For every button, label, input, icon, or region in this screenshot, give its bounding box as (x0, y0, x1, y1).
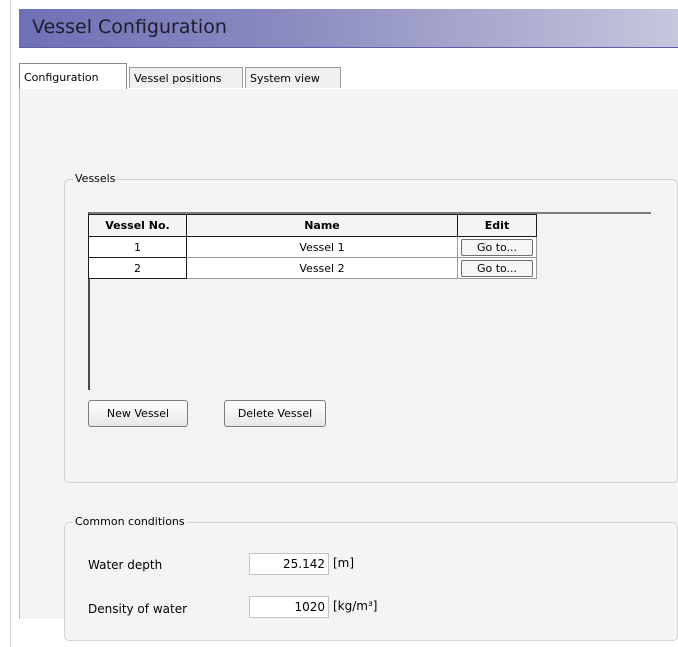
goto-vessel-button[interactable]: Go to... (461, 238, 533, 256)
water-depth-input[interactable] (249, 553, 329, 575)
vessels-table-header: Vessel No. Name Edit (88, 214, 537, 237)
delete-vessel-button[interactable]: Delete Vessel (224, 400, 326, 427)
window-left-edge (10, 0, 11, 647)
tab-system-view[interactable]: System view (245, 67, 341, 88)
column-header-name[interactable]: Name (186, 214, 458, 237)
vessel-name-cell[interactable]: Vessel 2 (186, 257, 458, 279)
vessel-edit-cell: Go to... (457, 257, 537, 279)
title-bar: Vessel Configuration (19, 9, 678, 48)
water-depth-unit: [m] (333, 556, 355, 570)
vessel-number-cell[interactable]: 2 (88, 257, 187, 279)
table-row[interactable]: 1 Vessel 1 Go to... (88, 236, 537, 258)
common-conditions-group: Common conditions (64, 515, 678, 641)
new-vessel-button[interactable]: New Vessel (88, 400, 188, 427)
vessel-number-cell[interactable]: 1 (88, 236, 187, 258)
water-density-label: Density of water (88, 602, 188, 616)
vessels-group-legend: Vessels (73, 172, 118, 186)
water-depth-label: Water depth (88, 558, 163, 572)
column-header-vessel-no[interactable]: Vessel No. (88, 214, 187, 237)
common-conditions-legend: Common conditions (73, 515, 187, 529)
vessels-table: Vessel No. Name Edit 1 Vessel 1 Go to...… (88, 214, 537, 279)
tab-configuration[interactable]: Configuration (19, 63, 127, 90)
vessel-edit-cell: Go to... (457, 236, 537, 258)
tab-bar: Configuration Vessel positions System vi… (19, 63, 678, 90)
water-density-input[interactable] (249, 596, 329, 618)
vessel-name-cell[interactable]: Vessel 1 (186, 236, 458, 258)
goto-vessel-button[interactable]: Go to... (461, 259, 533, 277)
water-density-unit: [kg/m³] (333, 599, 378, 613)
column-header-edit[interactable]: Edit (457, 214, 537, 237)
table-row[interactable]: 2 Vessel 2 Go to... (88, 257, 537, 279)
window-title: Vessel Configuration (32, 16, 227, 38)
tab-vessel-positions[interactable]: Vessel positions (129, 67, 243, 88)
